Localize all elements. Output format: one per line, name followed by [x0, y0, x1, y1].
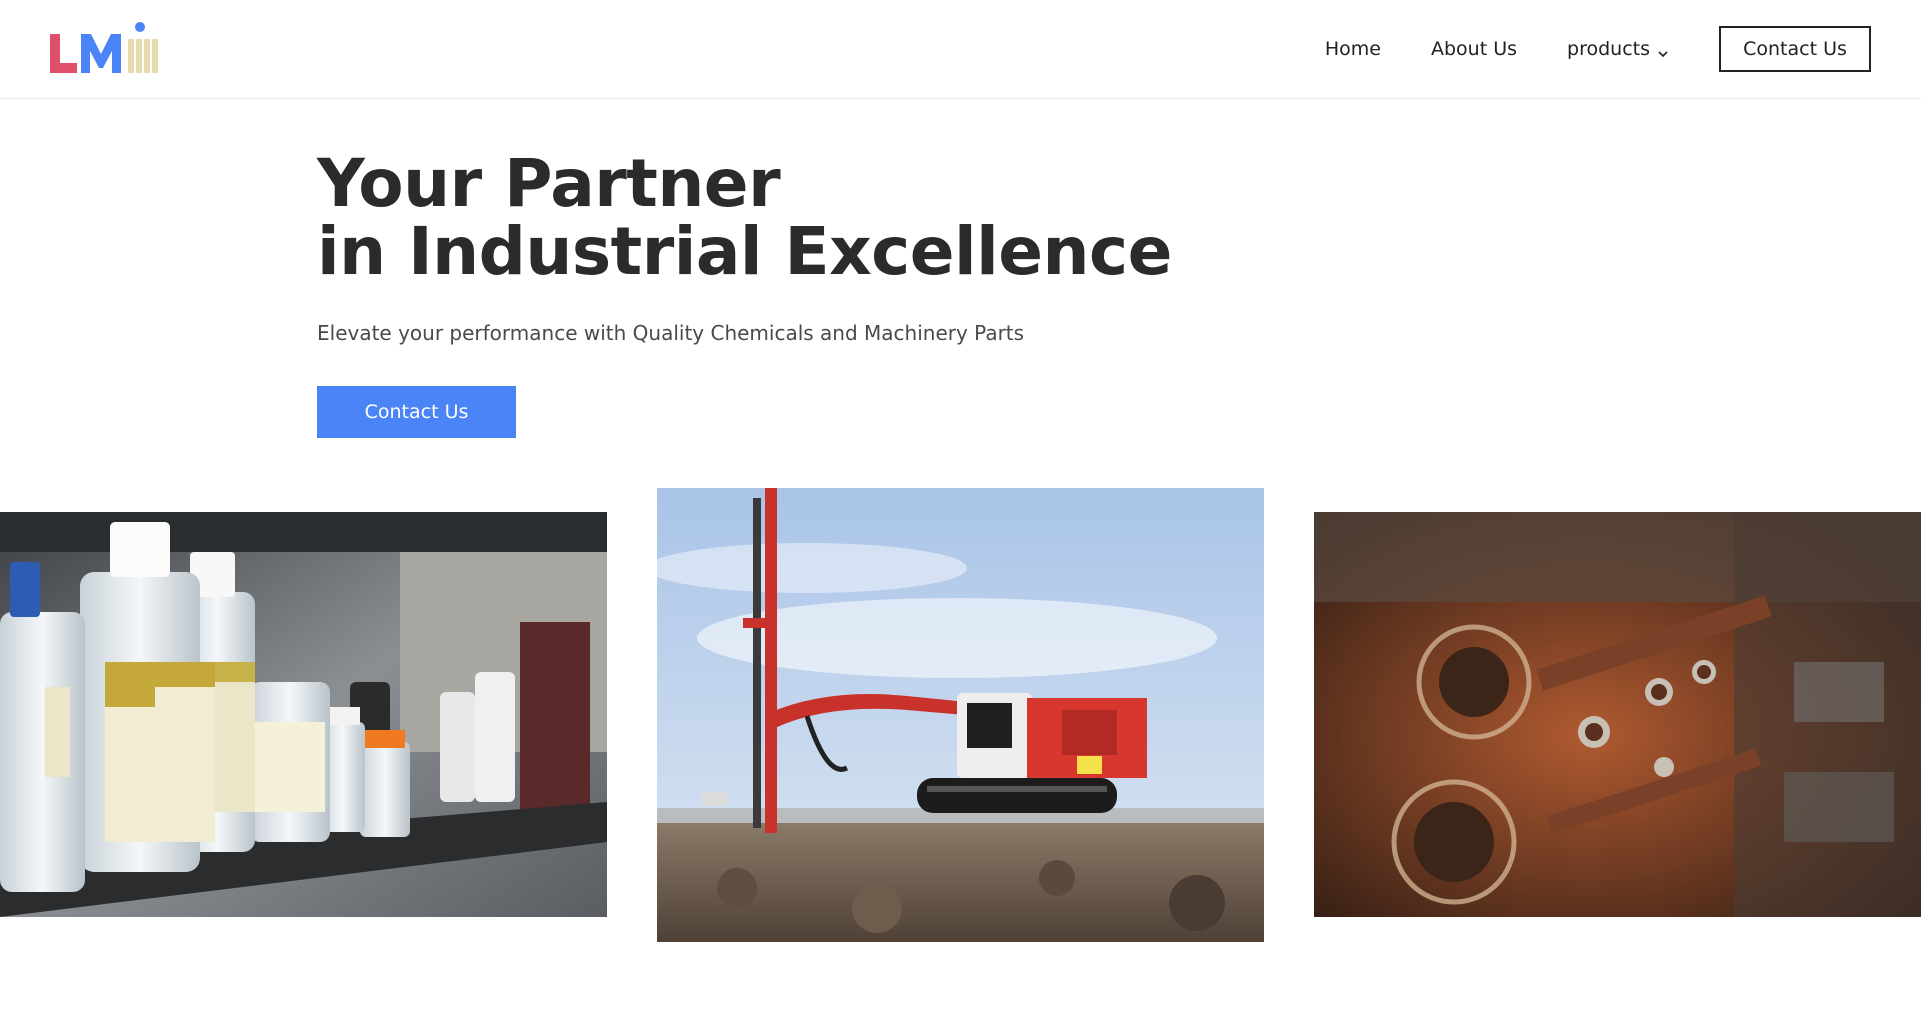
chevron-down-icon: [1657, 43, 1669, 58]
nav-about-us-label: About Us: [1430, 38, 1518, 60]
nav-home[interactable]: Home: [1325, 26, 1381, 72]
hero-title-line2: in Industrial Excellence: [317, 213, 1172, 290]
hero-subtitle: Elevate your performance with Quality Ch…: [317, 321, 1025, 345]
engine-parts-image: [1314, 512, 1921, 917]
hero-title-line1: Your Partner: [317, 145, 781, 222]
company-logo[interactable]: [48, 21, 163, 77]
nav-home-label: Home: [1324, 38, 1381, 60]
nav-about-us[interactable]: About Us: [1431, 26, 1517, 72]
chemicals-lab-image: [0, 512, 607, 917]
nav-products-dropdown[interactable]: products: [1567, 26, 1669, 72]
main-nav: Home About Us products Contact Us: [1325, 26, 1871, 72]
header-contact-label: Contact Us: [1743, 38, 1847, 60]
site-header: Home About Us products Contact Us: [0, 0, 1921, 99]
logo-mark: [50, 22, 158, 73]
header-contact-button[interactable]: Contact Us: [1719, 26, 1871, 72]
hero-contact-label: Contact Us: [364, 401, 469, 423]
hero-contact-button[interactable]: Contact Us: [317, 386, 516, 438]
nav-products-label: products: [1567, 38, 1650, 60]
drilling-rig-image: [657, 488, 1264, 942]
hero-title: Your Partner in Industrial Excellence: [317, 150, 1172, 286]
